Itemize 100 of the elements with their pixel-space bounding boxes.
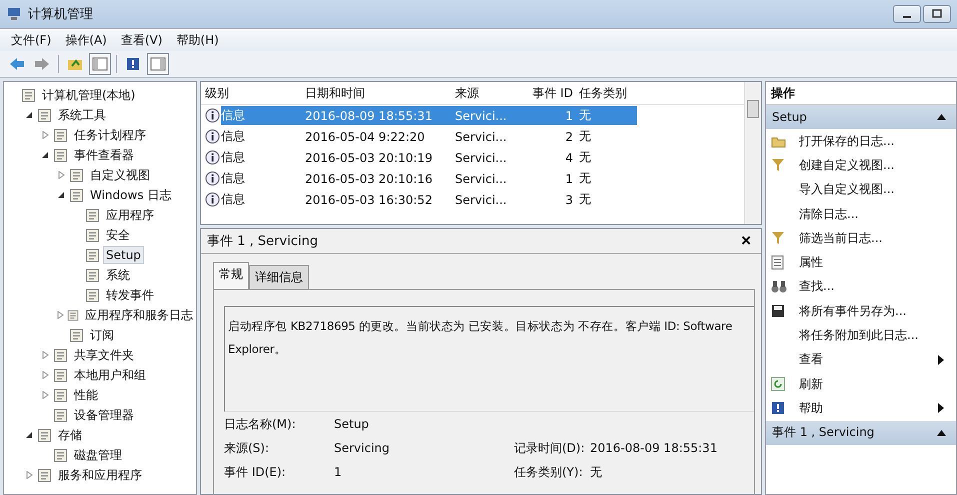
tab[interactable]: 常规 [213,262,249,289]
tree-item[interactable]: 设备管理器 [71,404,137,426]
action-item[interactable]: 导入自定义视图... [766,178,956,202]
tree-item[interactable]: 磁盘管理 [71,444,125,466]
tree-item[interactable]: 存储 [55,424,85,446]
expand-arrow-icon[interactable] [41,351,49,359]
action-item[interactable]: 帮助 [766,396,956,421]
menu-item[interactable]: 文件(F) [6,30,56,50]
tree-item[interactable]: 服务和应用程序 [55,464,145,486]
node-icon [85,208,100,222]
tree-item[interactable]: Setup [103,246,144,264]
folder-icon [67,57,83,71]
info-icon [205,108,220,123]
event-row[interactable]: 信息 2016-08-09 18:55:31 Servici... 1 无 [221,106,637,125]
minimize-icon [903,16,911,18]
node-icon [37,108,52,122]
binoculars-icon [771,280,787,294]
action-item[interactable]: 将任务附加到此日志... [766,323,956,348]
expand-arrow-icon[interactable] [25,471,33,479]
event-row[interactable]: 信息 2016-05-03 20:10:19 Servici... 4 无 [221,148,637,167]
folder-icon [771,134,786,148]
node-icon [53,388,68,402]
node-icon [53,128,68,142]
tree-item[interactable]: 系统 [103,264,133,286]
field-value: 2016-08-09 18:55:31 [590,441,718,455]
tree-item[interactable]: 事件查看器 [71,144,137,166]
node-icon [69,168,84,182]
tree-item[interactable]: 任务计划程序 [71,124,149,146]
maximize-button[interactable] [923,5,951,23]
tree-item[interactable]: 应用程序 [103,204,157,226]
details-title: 事件 1 , Servicing [207,233,318,250]
scrollbar[interactable] [744,82,761,224]
show-pane-button[interactable] [89,53,111,75]
tree-item[interactable]: 系统工具 [55,104,109,126]
tree-item[interactable]: 本地用户和组 [71,364,149,386]
info-icon [205,129,220,144]
node-icon [85,248,100,262]
column-header[interactable]: 日期和时间 [305,84,455,102]
column-header[interactable]: 来源 [455,84,525,102]
field-value: Servicing [334,441,391,455]
menu-item[interactable]: 操作(A) [60,30,112,50]
menu-item[interactable]: 帮助(H) [171,30,224,50]
action-item[interactable]: 打开保存的日志... [766,129,956,154]
tab[interactable]: 详细信息 [249,265,309,289]
event-row[interactable]: 信息 2016-05-03 20:10:16 Servici... 1 无 [221,169,637,188]
back-arrow-icon [9,57,25,71]
collapse-arrow-icon[interactable] [41,151,49,159]
column-header[interactable]: 任务类别 [579,84,637,102]
event-row[interactable]: 信息 2016-05-04 9:22:20 Servici... 2 无 [221,127,637,146]
node-icon [37,468,52,482]
tree-item[interactable]: 应用程序和服务日志 [82,304,196,326]
expand-arrow-icon[interactable] [41,131,49,139]
node-icon [67,308,79,322]
collapse-arrow-icon[interactable] [57,191,65,199]
tree-item[interactable]: 安全 [103,224,133,246]
menu-item[interactable]: 查看(V) [116,30,168,50]
maximize-icon [932,9,942,19]
action-pane-button[interactable] [147,53,169,75]
expand-arrow-icon[interactable] [56,311,64,319]
tree-item[interactable]: 计算机管理(本地) [39,84,138,106]
field-value: Setup [334,417,370,431]
window-title: 计算机管理 [28,6,93,23]
column-header[interactable]: 事件 ID [525,84,579,102]
action-item[interactable]: 筛选当前日志... [766,226,956,250]
tree-item[interactable]: 性能 [71,384,101,406]
pane-icon [92,57,108,71]
node-icon [69,188,84,202]
action-item[interactable]: 查看 [766,348,956,372]
expand-arrow-icon[interactable] [41,371,49,379]
column-header[interactable]: 级别 [205,84,305,102]
node-icon [53,408,68,422]
tree-item[interactable]: 共享文件夹 [71,344,137,366]
tree-item[interactable]: Windows 日志 [87,184,174,206]
computer-icon [6,6,22,22]
action-item[interactable]: 查找... [766,274,956,300]
close-button[interactable]: × [737,231,755,251]
collapse-arrow-icon[interactable] [25,111,33,119]
minimize-button[interactable] [893,5,921,23]
action-item[interactable]: 创建自定义视图... [766,153,956,178]
properties-icon [771,255,784,270]
section-header[interactable]: 事件 1 , Servicing [766,420,956,445]
action-item[interactable]: 清除日志... [766,202,956,226]
collapse-arrow-icon [937,430,946,436]
info-icon [205,150,220,165]
collapse-arrow-icon [937,114,946,120]
tree-item[interactable]: 转发事件 [103,284,157,306]
event-row[interactable]: 信息 2016-05-03 16:30:52 Servici... 3 无 [221,190,637,209]
action-item[interactable]: 将所有事件另存为... [766,299,956,324]
field-label: 来源(S): [224,440,270,456]
expand-arrow-icon[interactable] [57,171,65,179]
section-header[interactable]: Setup [766,105,956,129]
action-item[interactable]: 属性 [766,250,956,275]
tree-item[interactable]: 订阅 [87,324,117,346]
filter-icon [771,231,785,246]
expand-arrow-icon[interactable] [41,391,49,399]
collapse-arrow-icon[interactable] [25,431,33,439]
refresh-icon [771,377,785,392]
tree-item[interactable]: 自定义视图 [87,164,153,186]
node-icon [37,428,52,442]
action-item[interactable]: 刷新 [766,372,956,396]
